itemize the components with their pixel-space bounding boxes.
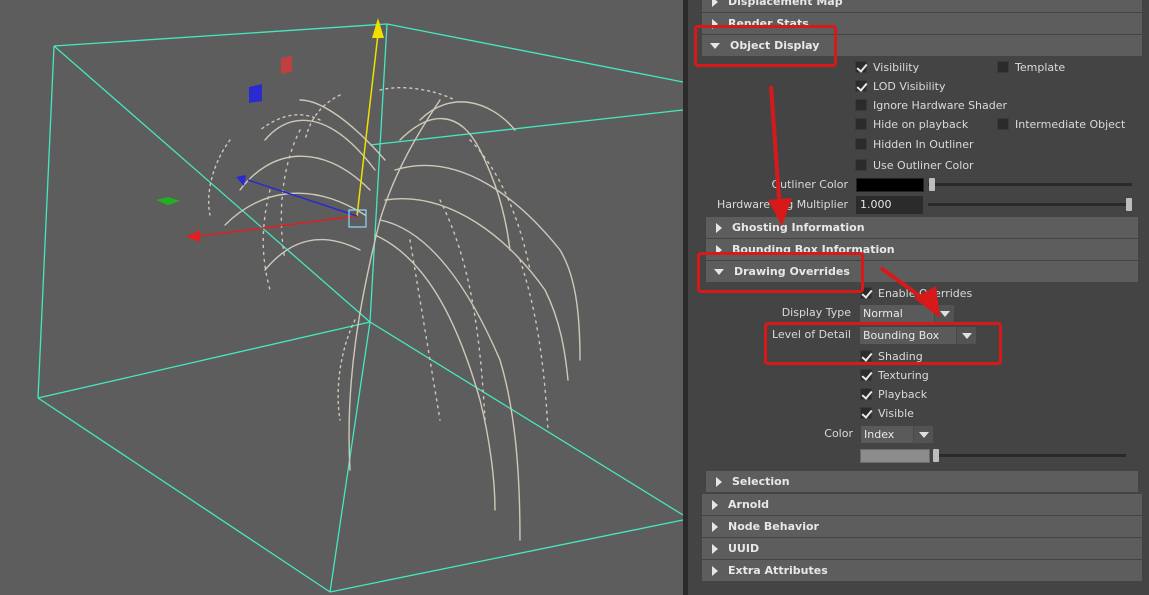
hide-on-playback-checkbox[interactable]: Hide on playback [855,115,968,133]
expand-arrow-icon [716,222,722,233]
display-type-label: Display Type [781,306,851,319]
display-type-dropdown[interactable]: Normal [860,305,954,322]
override-color-swatch[interactable] [860,449,930,463]
expand-arrow-icon [712,521,718,532]
attribute-editor-panel: Displacement Map Render Stats Object Dis… [688,0,1149,595]
section-ghosting-information[interactable]: Ghosting Information [706,217,1138,238]
checkbox-icon[interactable] [855,61,867,73]
checkbox-icon[interactable] [997,61,1009,73]
outliner-color-label: Outliner Color [771,178,848,191]
override-color-slider-handle[interactable] [933,449,939,462]
checkbox-icon[interactable] [855,80,867,92]
expand-arrow-icon [712,0,718,7]
visibility-checkbox[interactable]: Visibility [855,58,919,76]
hardware-fog-multiplier-slider[interactable] [928,203,1132,206]
outliner-color-slider-handle[interactable] [929,178,935,191]
checkbox-icon[interactable] [860,369,872,381]
intermediate-object-checkbox[interactable]: Intermediate Object [997,115,1125,133]
expand-arrow-icon [716,476,722,487]
outliner-color-slider[interactable] [928,183,1132,186]
color-label: Color [824,427,853,440]
section-displacement-map[interactable]: Displacement Map [702,0,1142,12]
expand-arrow-icon [712,543,718,554]
hardware-fog-multiplier-field[interactable]: 1.000 [856,196,923,214]
checkbox-icon[interactable] [855,159,867,171]
move-manipulator[interactable] [156,18,384,242]
hidden-in-outliner-checkbox[interactable]: Hidden In Outliner [855,135,974,153]
checkbox-icon[interactable] [855,118,867,130]
highlight-drawing-overrides [697,252,864,293]
section-node-behavior[interactable]: Node Behavior [702,516,1142,537]
checkbox-icon[interactable] [997,118,1009,130]
section-extra-attributes[interactable]: Extra Attributes [702,560,1142,581]
hardware-fog-multiplier-label: Hardware Fog Multiplier [716,198,848,211]
chevron-down-icon [913,426,933,443]
playback-checkbox[interactable]: Playback [860,385,927,403]
template-checkbox[interactable]: Template [997,58,1065,76]
visible-checkbox[interactable]: Visible [860,404,914,422]
checkbox-icon[interactable] [855,99,867,111]
outliner-color-swatch[interactable] [856,178,924,192]
chevron-down-icon [934,305,954,322]
checkbox-icon[interactable] [860,388,872,400]
use-outliner-color-checkbox[interactable]: Use Outliner Color [855,156,974,174]
checkbox-icon[interactable] [860,407,872,419]
texturing-checkbox[interactable]: Texturing [860,366,929,384]
ignore-hardware-shader-checkbox[interactable]: Ignore Hardware Shader [855,96,1007,114]
checkbox-icon[interactable] [855,138,867,150]
viewport-scene[interactable] [0,0,683,595]
expand-arrow-icon [712,565,718,576]
highlight-level-of-detail [764,322,1002,365]
hardware-fog-multiplier-slider-handle[interactable] [1126,198,1132,211]
override-color-slider[interactable] [934,454,1126,457]
expand-arrow-icon [712,499,718,510]
section-uuid[interactable]: UUID [702,538,1142,559]
willow-tree [208,87,581,541]
enable-overrides-checkbox[interactable]: Enable Overrides [860,284,972,302]
section-arnold[interactable]: Arnold [702,494,1142,515]
section-selection[interactable]: Selection [706,471,1138,492]
3d-viewport[interactable] [0,0,683,595]
lod-visibility-checkbox[interactable]: LOD Visibility [855,77,945,95]
color-mode-dropdown[interactable]: Index [861,426,933,443]
highlight-object-display [694,25,837,67]
